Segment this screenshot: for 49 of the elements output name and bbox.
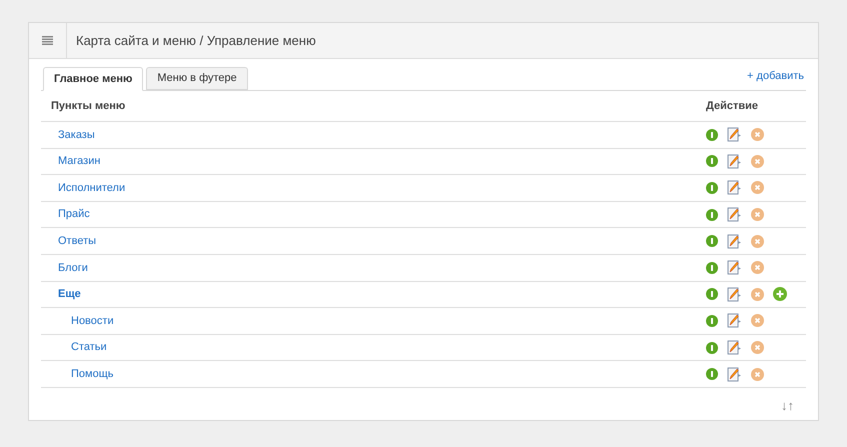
menu-item-link[interactable]: Статьи — [41, 339, 107, 356]
edit-icon[interactable] — [727, 313, 742, 328]
info-icon[interactable] — [706, 235, 718, 248]
info-icon[interactable] — [706, 342, 718, 354]
menu-icon[interactable] — [42, 36, 53, 45]
edit-icon[interactable] — [727, 127, 742, 142]
edit-icon[interactable] — [727, 286, 742, 302]
delete-icon[interactable] — [751, 288, 764, 301]
menu-item-link[interactable]: Прайс — [41, 206, 90, 223]
sort-toggle[interactable]: ↓↑ — [781, 396, 794, 416]
info-icon[interactable] — [706, 262, 718, 274]
column-header: Пункты меню — [50, 98, 126, 114]
delete-icon[interactable] — [751, 341, 764, 354]
info-icon[interactable] — [706, 288, 718, 300]
delete-icon[interactable] — [751, 154, 764, 168]
delete-icon[interactable] — [751, 314, 764, 328]
info-icon[interactable] — [706, 314, 718, 327]
tab[interactable]: Главное меню — [43, 67, 144, 91]
delete-icon[interactable] — [751, 128, 764, 142]
edit-icon[interactable] — [727, 260, 742, 276]
edit-icon[interactable] — [727, 366, 742, 382]
menu-item-link[interactable]: Ответы — [41, 232, 96, 250]
tab[interactable]: Меню в футере — [146, 67, 248, 90]
info-icon[interactable] — [706, 128, 718, 141]
edit-icon[interactable] — [727, 340, 742, 356]
delete-icon[interactable] — [751, 234, 764, 248]
info-icon[interactable] — [706, 208, 718, 221]
menu-item-link[interactable]: Магазин — [41, 153, 100, 170]
add-link[interactable]: + добавить — [747, 68, 804, 84]
menu-item-link[interactable]: Заказы — [41, 126, 95, 144]
edit-icon[interactable] — [727, 234, 742, 249]
edit-icon[interactable] — [727, 154, 742, 169]
add-icon[interactable] — [773, 287, 787, 302]
menu-item-link[interactable]: Блоги — [41, 260, 88, 276]
info-icon[interactable] — [706, 368, 718, 380]
menu-item-link[interactable]: Помощь — [41, 366, 114, 382]
menu-item-link[interactable]: Исполнители — [41, 180, 126, 196]
edit-icon[interactable] — [727, 180, 742, 196]
column-header: Действие — [706, 98, 759, 114]
edit-icon[interactable] — [727, 207, 742, 222]
menu-item-link[interactable]: Новости — [41, 312, 114, 330]
delete-icon[interactable] — [751, 261, 764, 274]
delete-icon[interactable] — [751, 208, 764, 222]
info-icon[interactable] — [706, 155, 718, 168]
delete-icon[interactable] — [751, 181, 764, 194]
info-icon[interactable] — [706, 182, 718, 194]
delete-icon[interactable] — [751, 368, 764, 381]
menu-item-link[interactable]: Еще — [41, 286, 81, 303]
page-title: Карта сайта и меню / Управление меню — [75, 32, 316, 50]
